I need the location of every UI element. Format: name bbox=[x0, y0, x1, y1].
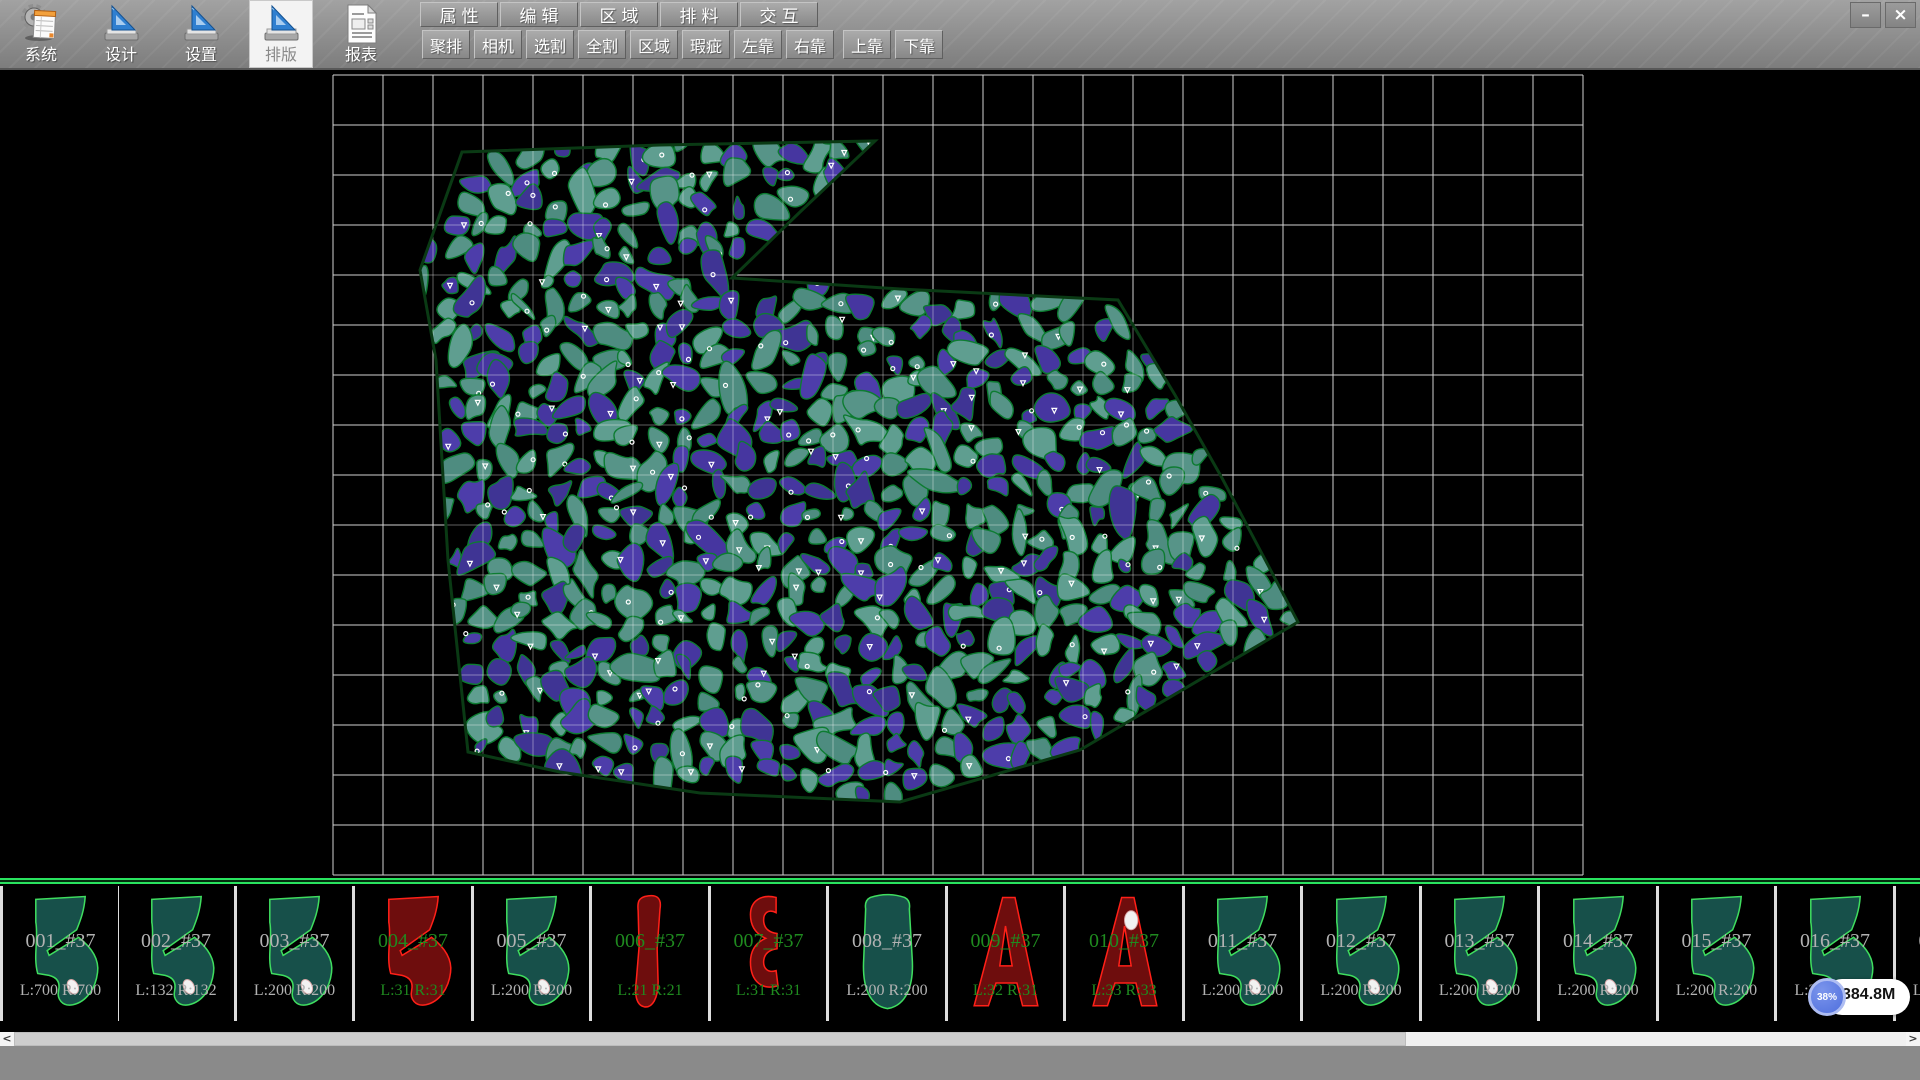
piece-thumbnail-6[interactable]: 006_#37 L:21 R:21 bbox=[593, 886, 711, 1021]
minimize-button[interactable]: – bbox=[1850, 2, 1881, 28]
piece-lr-count: L:200 R:200 bbox=[1304, 982, 1419, 1000]
scroll-thumb[interactable] bbox=[14, 1032, 1406, 1046]
toolbar-button-report[interactable]: 报表 bbox=[329, 0, 393, 68]
piece-lr-count: L:200 R:200 bbox=[830, 982, 945, 1000]
piece-thumbnail-4[interactable]: 004_#37 L:31 R:31 bbox=[356, 886, 474, 1021]
piece-name: 007_#37 bbox=[711, 930, 826, 953]
tool-region[interactable]: 区域 bbox=[630, 30, 678, 59]
progress-circle: 38% bbox=[1808, 978, 1846, 1016]
piece-thumbnail-10[interactable]: 010_#37 L:33 R:33 bbox=[1067, 886, 1185, 1021]
tool-cluster-nest[interactable]: 聚排 bbox=[422, 30, 470, 59]
toolbar-button-nesting[interactable]: 排版 bbox=[249, 0, 313, 68]
menu-row-bottom: 聚排相机选割全割区域瑕疵左靠右靠上靠下靠 bbox=[422, 30, 947, 59]
piece-lr-count: L:700 R:700 bbox=[3, 982, 118, 1000]
piece-name: 016_#37 bbox=[1778, 930, 1893, 953]
piece-lr-count: L:200 R:200 bbox=[1422, 982, 1537, 1000]
scroll-right-button[interactable]: > bbox=[1906, 1032, 1920, 1046]
menu-region[interactable]: 区域 bbox=[580, 2, 658, 27]
piece-thumbnail-2[interactable]: 002_#37 L:132 R:132 bbox=[119, 886, 237, 1021]
piece-lr-count: L:200 R:200 bbox=[1659, 982, 1774, 1000]
piece-name: 011_#37 bbox=[1185, 930, 1300, 953]
piece-lr-count: L:200 R:200 bbox=[1185, 982, 1300, 1000]
tool-snap-top[interactable]: 上靠 bbox=[843, 30, 891, 59]
memory-label: 384.8M bbox=[1842, 986, 1895, 1004]
piece-lr-count: L:200 R:200 bbox=[474, 982, 589, 1000]
toolbar-button-label: 排版 bbox=[265, 46, 297, 66]
piece-lr-count: L:31 R:31 bbox=[711, 982, 826, 1000]
menu-row-top: 属性编辑区域排料交互 bbox=[420, 2, 820, 27]
piece-lr-count: L:32 R:31 bbox=[948, 982, 1063, 1000]
piece-lr-count: L:21 R:21 bbox=[593, 982, 708, 1000]
piece-name: 001_#37 bbox=[3, 930, 118, 953]
nesting-canvas[interactable] bbox=[0, 70, 1920, 878]
piece-thumbnail-11[interactable]: 011_#37 L:200 R:200 bbox=[1185, 886, 1303, 1021]
piece-name: 006_#37 bbox=[593, 930, 708, 953]
piece-name: 003_#37 bbox=[237, 930, 352, 953]
pieces-strip: 001_#37L:700 R:700002_#37L:132 R:132003_… bbox=[0, 878, 1920, 1032]
piece-name: 012_#37 bbox=[1304, 930, 1419, 953]
piece-lr-count: L:132 R:132 bbox=[119, 982, 234, 1000]
ruler-icon bbox=[179, 2, 223, 46]
piece-thumbnail-3[interactable]: 003_#37 L:200 R:200 bbox=[237, 886, 355, 1021]
piece-name: 010_#37 bbox=[1067, 930, 1182, 953]
tool-snap-left[interactable]: 左靠 bbox=[734, 30, 782, 59]
status-bar bbox=[0, 1046, 1920, 1080]
tool-defect[interactable]: 瑕疵 bbox=[682, 30, 730, 59]
toolbar-button-label: 设置 bbox=[185, 46, 217, 66]
piece-lr-count: L:200 R:200 bbox=[1541, 982, 1656, 1000]
piece-lr-count: L:200 R:200 bbox=[237, 982, 352, 1000]
tool-snap-bottom[interactable]: 下靠 bbox=[895, 30, 943, 59]
menu-properties[interactable]: 属性 bbox=[420, 2, 498, 27]
application-window: 系统 设计 设置 排版 报表 属性编辑区域排料交互 聚排相机选割全割区域瑕疵左靠… bbox=[0, 0, 1920, 1080]
toolbar-button-system[interactable]: 系统 bbox=[9, 0, 73, 68]
menu-nest[interactable]: 排料 bbox=[660, 2, 738, 27]
strip-scrollbar[interactable]: < > bbox=[0, 1032, 1920, 1046]
memory-badge: 384.8M 38% bbox=[1808, 977, 1912, 1017]
menu-interact[interactable]: 交互 bbox=[740, 2, 818, 27]
strip-border-line bbox=[0, 882, 1920, 884]
piece-thumbnail-14[interactable]: 014_#37 L:200 R:200 bbox=[1541, 886, 1659, 1021]
toolbar: 系统 设计 设置 排版 报表 属性编辑区域排料交互 聚排相机选割全割区域瑕疵左靠… bbox=[0, 0, 1920, 70]
scroll-left-button[interactable]: < bbox=[0, 1032, 14, 1046]
piece-thumbnail-5[interactable]: 005_#37 L:200 R:200 bbox=[474, 886, 592, 1021]
toolbar-button-label: 报表 bbox=[345, 46, 377, 66]
ruler-icon bbox=[99, 2, 143, 46]
piece-name: 014_#37 bbox=[1541, 930, 1656, 953]
nesting-canvas-svg[interactable] bbox=[0, 70, 1920, 878]
piece-name: 015_#37 bbox=[1659, 930, 1774, 953]
piece-thumbnail-8[interactable]: 008_#37 L:200 R:200 bbox=[830, 886, 948, 1021]
piece-name: 004_#37 bbox=[356, 930, 471, 953]
tool-cut-all[interactable]: 全割 bbox=[578, 30, 626, 59]
ruler-icon bbox=[259, 2, 303, 46]
piece-lr-count: L:33 R:33 bbox=[1067, 982, 1182, 1000]
piece-thumbnail-7[interactable]: 007_#37 L:31 R:31 bbox=[711, 886, 829, 1021]
toolbar-button-settings[interactable]: 设置 bbox=[169, 0, 233, 68]
tool-select-cut[interactable]: 选割 bbox=[526, 30, 574, 59]
piece-name: 008_#37 bbox=[830, 930, 945, 953]
toolbar-button-label: 设计 bbox=[105, 46, 137, 66]
piece-name: 005_#37 bbox=[474, 930, 589, 953]
piece-name: 017_#37 bbox=[1896, 930, 1920, 953]
system-icon bbox=[19, 2, 63, 46]
toolbar-button-label: 系统 bbox=[25, 46, 57, 66]
piece-name: 002_#37 bbox=[119, 930, 234, 953]
tool-snap-right[interactable]: 右靠 bbox=[786, 30, 834, 59]
icon-toolbar: 系统 设计 设置 排版 报表 bbox=[9, 0, 393, 68]
piece-thumbnail-13[interactable]: 013_#37 L:200 R:200 bbox=[1422, 886, 1540, 1021]
toolbar-button-design[interactable]: 设计 bbox=[89, 0, 153, 68]
menu-edit[interactable]: 编辑 bbox=[500, 2, 578, 27]
piece-lr-count: L:31 R:31 bbox=[356, 982, 471, 1000]
piece-name: 009_#37 bbox=[948, 930, 1063, 953]
report-icon bbox=[339, 2, 383, 46]
window-controls: – × bbox=[1850, 2, 1916, 28]
tool-camera[interactable]: 相机 bbox=[474, 30, 522, 59]
piece-name: 013_#37 bbox=[1422, 930, 1537, 953]
piece-thumbnail-9[interactable]: 009_#37 L:32 R:31 bbox=[948, 886, 1066, 1021]
piece-thumbnail-12[interactable]: 012_#37 L:200 R:200 bbox=[1304, 886, 1422, 1021]
piece-thumbnail-15[interactable]: 015_#37 L:200 R:200 bbox=[1659, 886, 1777, 1021]
piece-thumbnail-list: 001_#37L:700 R:700002_#37L:132 R:132003_… bbox=[0, 886, 1920, 1021]
piece-thumbnail-1[interactable]: 001_#37 L:700 R:700 bbox=[0, 886, 121, 1021]
close-button[interactable]: × bbox=[1885, 2, 1916, 28]
